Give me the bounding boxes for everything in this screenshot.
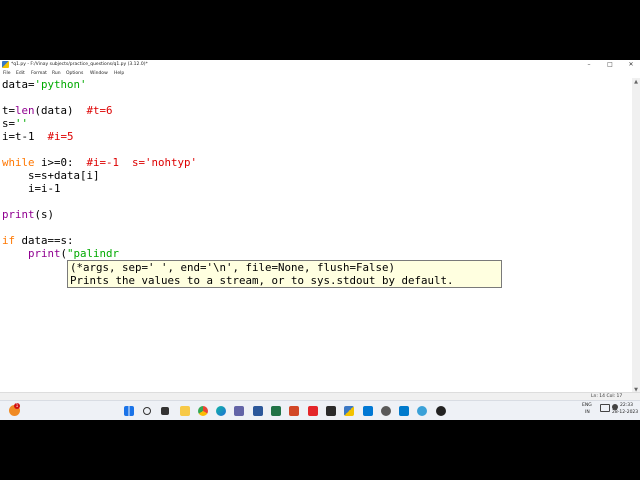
start-icon[interactable]: [124, 406, 134, 416]
media-icon[interactable]: [436, 406, 446, 416]
acrobat-icon[interactable]: [308, 406, 318, 416]
task-view-icon[interactable]: [161, 407, 169, 415]
python-idle-app-icon: [2, 61, 9, 68]
vertical-scrollbar[interactable]: ▲ ▼: [632, 78, 640, 394]
menu-format[interactable]: Format: [31, 69, 47, 78]
settings-icon[interactable]: [381, 406, 391, 416]
code-line[interactable]: s='': [2, 117, 28, 130]
chrome-icon[interactable]: [198, 406, 208, 416]
teams-icon[interactable]: [234, 406, 244, 416]
photos-icon[interactable]: [363, 406, 373, 416]
calltip-signature: (*args, sep=' ', end='\n', file=None, fl…: [70, 261, 396, 274]
code-editor[interactable]: data='python' t=len(data) #t=6 s='' i=t-1 #…: [0, 78, 632, 394]
edge-icon[interactable]: [216, 406, 226, 416]
menu-run[interactable]: Run: [52, 69, 61, 78]
code-line[interactable]: while i>=0: #i=-1 s='nohtyp': [2, 156, 197, 169]
terminal-icon[interactable]: [326, 406, 336, 416]
clock-time[interactable]: 22:33: [620, 403, 633, 409]
code-line[interactable]: data='python': [2, 78, 87, 91]
file-explorer-icon[interactable]: [180, 406, 190, 416]
menu-edit[interactable]: Edit: [16, 69, 25, 78]
weather-badge: 1: [14, 403, 20, 409]
language-label[interactable]: ENG: [582, 403, 592, 409]
maximize-icon[interactable]: □: [605, 60, 615, 69]
calltip-description: Prints the values to a stream, or to sys…: [70, 274, 454, 287]
powerpoint-icon[interactable]: [289, 406, 299, 416]
vscode-icon[interactable]: [399, 406, 409, 416]
menu-file[interactable]: File: [3, 69, 11, 78]
calltip-popup: (*args, sep=' ', end='\n', file=None, fl…: [67, 260, 502, 288]
code-line[interactable]: if data==s:: [2, 234, 74, 247]
close-icon[interactable]: ✕: [626, 60, 636, 69]
other-app-icon[interactable]: [417, 406, 427, 416]
wifi-icon[interactable]: [600, 404, 610, 412]
menu-window[interactable]: Window: [90, 69, 108, 78]
menu-options[interactable]: Options: [66, 69, 83, 78]
python-idle-icon[interactable]: [344, 406, 354, 416]
minimize-icon[interactable]: –: [584, 60, 594, 69]
code-line[interactable]: t=len(data) #t=6: [2, 104, 113, 117]
region-label[interactable]: IN: [585, 410, 590, 416]
code-line[interactable]: i=t-1 #i=5: [2, 130, 74, 143]
code-line[interactable]: i=i-1: [2, 182, 61, 195]
menu-help[interactable]: Help: [114, 69, 124, 78]
screen: *q1.py - F:/Vinay subjects/practice_ques…: [0, 60, 640, 420]
code-line[interactable]: s=s+data[i]: [2, 169, 100, 182]
word-icon[interactable]: [253, 406, 263, 416]
search-icon[interactable]: [143, 407, 151, 415]
scroll-up-icon[interactable]: ▲: [632, 78, 640, 86]
code-line[interactable]: print("palindr: [2, 247, 119, 260]
excel-icon[interactable]: [271, 406, 281, 416]
title-bar: *q1.py - F:/Vinay subjects/practice_ques…: [0, 60, 640, 69]
clock-date[interactable]: 28-12-2023: [612, 410, 638, 416]
code-line[interactable]: print(s): [2, 208, 54, 221]
taskbar: 1 ENG IN 22:33 28-12-2023: [0, 400, 640, 420]
window-title: *q1.py - F:/Vinay subjects/practice_ques…: [11, 62, 148, 67]
